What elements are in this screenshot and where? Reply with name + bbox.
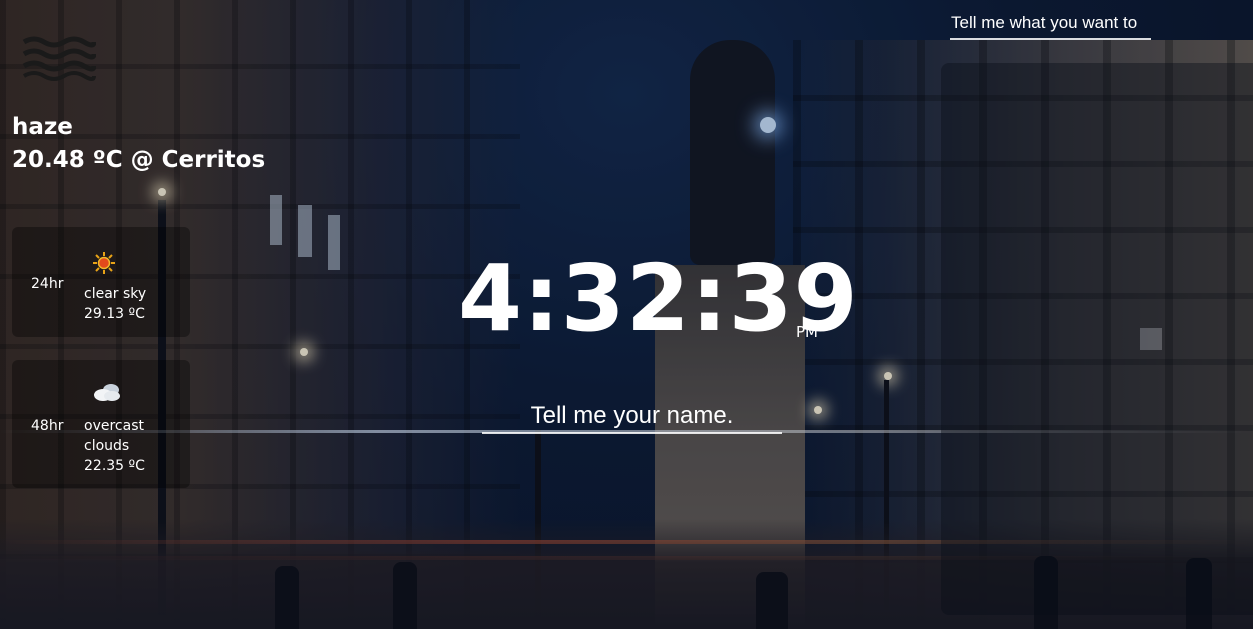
clock-ampm: PM xyxy=(796,323,818,341)
forecast-hour: 24hr xyxy=(31,276,64,292)
forecast-temperature: 29.13 ºC xyxy=(84,306,145,322)
cloud-icon xyxy=(92,380,122,404)
name-input[interactable] xyxy=(482,400,782,434)
forecast-hour: 48hr xyxy=(31,418,64,434)
forecast-details: overcast clouds 22.35 ºC xyxy=(84,416,184,476)
new-tab-page: haze 20.48 ºC @ Cerritos 24hr clear sky … xyxy=(0,0,1253,629)
forecast-card-48hr: 48hr overcast clouds 22.35 ºC xyxy=(12,360,190,488)
forecast-temperature: 22.35 ºC xyxy=(84,458,145,474)
current-temperature: 20.48 ºC @ Cerritos xyxy=(12,147,266,173)
wish-input[interactable] xyxy=(950,8,1151,40)
sun-icon xyxy=(92,251,116,275)
haze-icon xyxy=(22,32,97,82)
forecast-card-24hr: 24hr clear sky 29.13 ºC xyxy=(12,227,190,337)
forecast-details: clear sky 29.13 ºC xyxy=(84,284,184,324)
weather-description: haze xyxy=(12,114,73,140)
forecast-description: clear sky xyxy=(84,286,147,302)
forecast-description: overcast clouds xyxy=(84,418,144,454)
side-panel xyxy=(941,63,1253,615)
